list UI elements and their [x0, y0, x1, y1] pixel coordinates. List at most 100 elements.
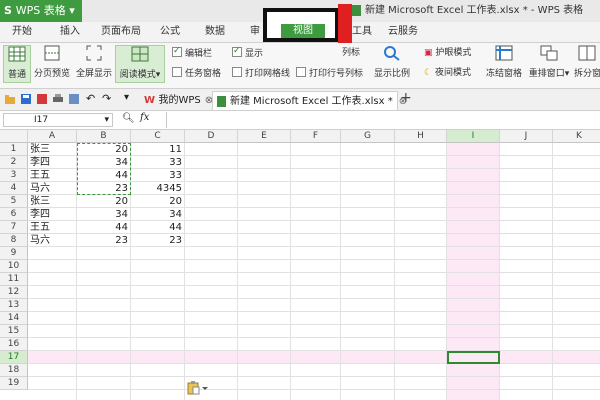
reading-mode-button[interactable]: 阅读模式▾ [115, 45, 165, 83]
name-box[interactable]: I17 ▾ [3, 113, 113, 127]
cell-c3[interactable]: 33 [131, 169, 185, 182]
split-window-button[interactable]: 拆分窗 [574, 45, 600, 83]
column-header-f[interactable]: F [291, 130, 341, 143]
row-header-4[interactable]: 4 [0, 182, 28, 195]
cell-a4[interactable]: 马六 [28, 182, 77, 195]
column-header-a[interactable]: A [28, 130, 77, 143]
spreadsheet-grid[interactable]: ABCDEFGHIJK 1 2 3 4 5 6 7 8 9 10 11 12 13 14 15 16 17 18 1… [0, 130, 600, 400]
app-menu-label: WPS 表格 [15, 4, 66, 17]
fx-icon[interactable]: fx [140, 112, 149, 123]
edit-bar-checkbox[interactable]: 编辑栏 [172, 45, 212, 60]
cell-c4[interactable]: 4345 [131, 182, 185, 195]
cell-c6[interactable]: 34 [131, 208, 185, 221]
row-header-10[interactable]: 10 [0, 260, 28, 273]
row-header-3[interactable]: 3 [0, 169, 28, 182]
app-menu-button[interactable]: S WPS 表格 ▾ [0, 0, 82, 22]
undo-icon[interactable]: ↶ [86, 92, 95, 105]
print-icon[interactable] [53, 94, 63, 104]
row-header-12[interactable]: 12 [0, 286, 28, 299]
row-header-7[interactable]: 7 [0, 221, 28, 234]
cell-c7[interactable]: 44 [131, 221, 185, 234]
checkbox-checked-icon [172, 45, 182, 57]
column-header-d[interactable]: D [185, 130, 238, 143]
export-pdf-icon[interactable] [37, 94, 47, 104]
eye-protection-button[interactable]: ▣ 护眼模式 [424, 47, 471, 59]
night-mode-button[interactable]: ☾ 夜间模式 [424, 67, 471, 79]
cell-b7[interactable]: 44 [77, 221, 131, 234]
quick-access-dropdown-icon[interactable]: ▾ [124, 92, 129, 103]
zoom-ratio-button[interactable]: 显示比例 [372, 45, 412, 83]
tab-view[interactable]: 视图 [281, 24, 325, 38]
formula-input[interactable] [166, 112, 600, 128]
chevron-down-icon[interactable]: ▾ [104, 114, 109, 126]
column-header-j[interactable]: J [500, 130, 553, 143]
cell-c5[interactable]: 20 [131, 195, 185, 208]
select-all-corner[interactable] [0, 130, 28, 143]
column-header-e[interactable]: E [238, 130, 291, 143]
cell-a1[interactable]: 张三 [28, 143, 77, 156]
column-header-c[interactable]: C [131, 130, 185, 143]
tab-insert[interactable]: 插入 [60, 22, 80, 42]
tab-formulas[interactable]: 公式 [160, 22, 180, 42]
cell-a8[interactable]: 马六 [28, 234, 77, 247]
print-gridlines-checkbox[interactable]: 打印网格线 [232, 67, 290, 80]
tab-home[interactable]: 开始 [12, 22, 32, 42]
row-header-16[interactable]: 16 [0, 338, 28, 351]
row-header-13[interactable]: 13 [0, 299, 28, 312]
reading-mode-icon [131, 46, 149, 62]
tab-my-wps[interactable]: W 我的WPS ⊗ [140, 91, 213, 110]
tab-page-layout[interactable]: 页面布局 [101, 22, 141, 42]
row-header-11[interactable]: 11 [0, 273, 28, 286]
tab-data[interactable]: 数据 [205, 22, 225, 42]
tab-cloud-services[interactable]: 云服务 [388, 22, 418, 42]
cell-a6[interactable]: 李四 [28, 208, 77, 221]
cell-c8[interactable]: 23 [131, 234, 185, 247]
eye-protection-icon: ▣ [424, 48, 436, 58]
print-row-col-checkbox[interactable]: 打印行号列标 [296, 67, 363, 80]
column-header-b[interactable]: B [77, 130, 131, 143]
row-header-8[interactable]: 8 [0, 234, 28, 247]
new-tab-button[interactable]: + [400, 90, 412, 106]
cell-b6[interactable]: 34 [77, 208, 131, 221]
task-pane-checkbox[interactable]: 任务窗格 [172, 67, 221, 80]
freeze-panes-button[interactable]: 冻结窗格 [484, 45, 524, 83]
column-header-i[interactable]: I [447, 130, 500, 143]
wps-logo-icon: S [4, 4, 16, 17]
cell-b5[interactable]: 20 [77, 195, 131, 208]
open-folder-icon[interactable] [5, 94, 15, 104]
cell-c1[interactable]: 11 [131, 143, 185, 156]
arrange-windows-button[interactable]: 重排窗口▾ [526, 45, 572, 83]
paste-options-icon[interactable] [187, 381, 209, 395]
cell-a2[interactable]: 李四 [28, 156, 77, 169]
normal-view-button[interactable]: 普通 [3, 45, 31, 83]
column-header-h[interactable]: H [395, 130, 447, 143]
active-cell[interactable] [447, 351, 500, 364]
row-header-6[interactable]: 6 [0, 208, 28, 221]
row-header-18[interactable]: 18 [0, 364, 28, 377]
row-header-2[interactable]: 2 [0, 156, 28, 169]
row-header-1[interactable]: 1 [0, 143, 28, 156]
cell-b8[interactable]: 23 [77, 234, 131, 247]
row-header-14[interactable]: 14 [0, 312, 28, 325]
col-label-checkbox[interactable]: 列标 [342, 47, 360, 59]
cell-a5[interactable]: 张三 [28, 195, 77, 208]
cell-a7[interactable]: 王五 [28, 221, 77, 234]
search-icon[interactable]: 🔍︎ [122, 113, 135, 124]
redo-icon[interactable]: ↷ [102, 92, 111, 105]
cell-a3[interactable]: 王五 [28, 169, 77, 182]
full-screen-button[interactable]: 全屏显示 [74, 45, 114, 83]
cell-c2[interactable]: 33 [131, 156, 185, 169]
page-break-preview-button[interactable]: 分页预览 [32, 45, 72, 83]
print-preview-icon[interactable] [69, 94, 79, 104]
row-header-15[interactable]: 15 [0, 325, 28, 338]
tab-review[interactable]: 审 [250, 22, 260, 42]
row-header-17[interactable]: 17 [0, 351, 28, 364]
save-icon[interactable] [21, 94, 31, 104]
row-header-5[interactable]: 5 [0, 195, 28, 208]
row-header-19[interactable]: 19 [0, 377, 28, 390]
tab-current-file[interactable]: 新建 Microsoft Excel 工作表.xlsx * ⊗ [212, 91, 407, 110]
row-header-9[interactable]: 9 [0, 247, 28, 260]
column-header-k[interactable]: K [553, 130, 600, 143]
show-grid-checkbox[interactable]: 显示 [232, 45, 263, 60]
column-header-g[interactable]: G [341, 130, 395, 143]
